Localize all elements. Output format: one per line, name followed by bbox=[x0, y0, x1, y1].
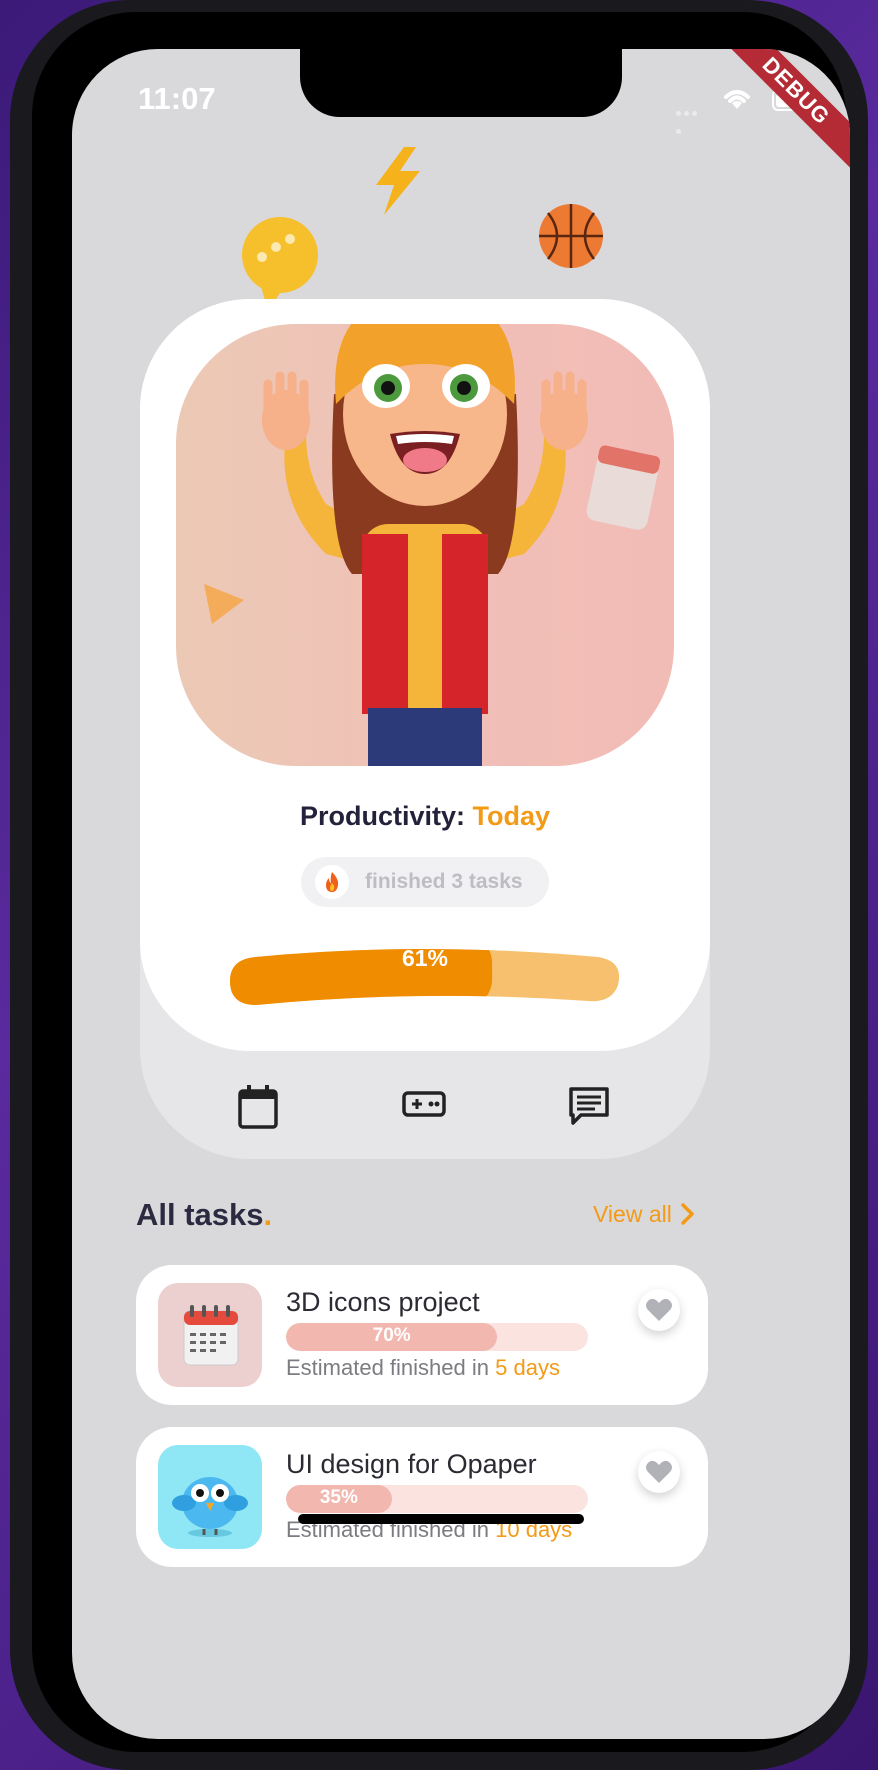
gamepad-icon[interactable] bbox=[402, 1089, 446, 1119]
debug-banner: DEBUG bbox=[713, 49, 850, 174]
phone-frame: 11:07 DEBUG Productivity: Today finished… bbox=[10, 0, 868, 1770]
heart-icon bbox=[646, 1298, 672, 1321]
productivity-label: Productivity: bbox=[299, 801, 465, 831]
task-progress-bar: 35% bbox=[286, 1485, 588, 1513]
status-time: 11:07 bbox=[138, 81, 216, 116]
app-screen: 11:07 DEBUG Productivity: Today finished… bbox=[72, 49, 850, 1739]
phone-bezel: 11:07 DEBUG Productivity: Today finished… bbox=[32, 12, 850, 1752]
task-name: 3D icons project bbox=[286, 1287, 480, 1317]
signal-dots bbox=[676, 103, 706, 134]
progress-percent-label: 61% bbox=[401, 945, 449, 971]
chat-icon[interactable] bbox=[567, 1085, 611, 1127]
notch bbox=[300, 49, 622, 117]
task-estimate: Estimated finished in 5 days bbox=[286, 1355, 560, 1381]
wifi-icon bbox=[724, 90, 750, 109]
title-dot: . bbox=[263, 1197, 273, 1232]
lightning-icon bbox=[376, 147, 420, 215]
productivity-title: Productivity: Today bbox=[140, 801, 710, 832]
estimate-prefix: Estimated finished in bbox=[286, 1355, 489, 1380]
calendar-3d-icon bbox=[183, 1305, 239, 1366]
all-tasks-label: All tasks bbox=[136, 1197, 264, 1232]
task-thumbnail bbox=[158, 1445, 262, 1549]
badge-text: finished 3 tasks bbox=[365, 870, 523, 893]
estimate-value: 5 days bbox=[495, 1355, 560, 1380]
task-thumbnail bbox=[158, 1283, 262, 1387]
basketball-icon bbox=[539, 204, 603, 268]
bird-3d-icon bbox=[172, 1477, 248, 1537]
task-name: UI design for Opaper bbox=[286, 1449, 537, 1479]
chevron-right-icon[interactable] bbox=[678, 1199, 698, 1229]
all-tasks-heading: All tasks. bbox=[136, 1197, 272, 1233]
heart-icon bbox=[646, 1460, 672, 1483]
productivity-period: Today bbox=[472, 801, 551, 831]
finished-tasks-badge: finished 3 tasks bbox=[301, 857, 549, 907]
fire-icon bbox=[315, 865, 349, 899]
task-card[interactable]: 3D icons project 70% Estimated finished … bbox=[136, 1265, 708, 1405]
view-all-link[interactable]: View all bbox=[593, 1201, 672, 1228]
task-progress-label: 35% bbox=[319, 1487, 358, 1508]
favorite-button[interactable] bbox=[638, 1451, 680, 1493]
favorite-button[interactable] bbox=[638, 1289, 680, 1331]
task-progress-bar: 70% bbox=[286, 1323, 588, 1351]
home-indicator bbox=[298, 1514, 584, 1524]
task-card[interactable]: UI design for Opaper 35% Estimated finis… bbox=[136, 1427, 708, 1567]
task-progress-label: 70% bbox=[372, 1325, 411, 1346]
hero-illustration bbox=[176, 324, 674, 766]
calendar-icon[interactable] bbox=[236, 1083, 280, 1131]
